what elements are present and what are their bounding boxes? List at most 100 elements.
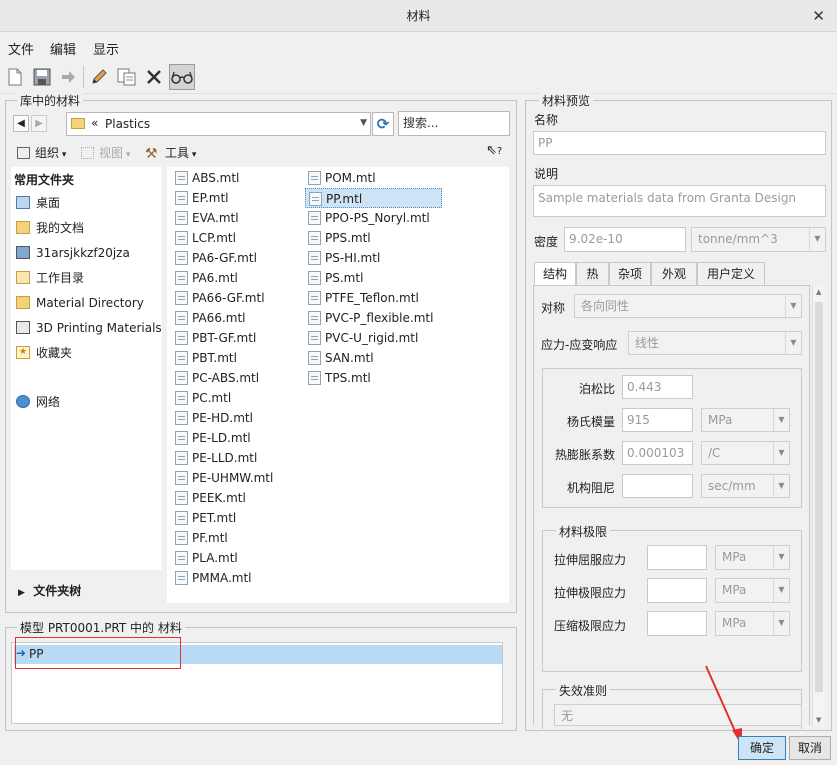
file-item[interactable]: ABS.mtl xyxy=(172,168,239,188)
delete-icon[interactable] xyxy=(141,64,167,90)
chevron-down-icon: ▼ xyxy=(773,475,789,497)
density-field[interactable]: 9.02e-10 xyxy=(564,227,686,252)
path-combobox[interactable]: « Plastics ▼ xyxy=(66,112,371,136)
file-item[interactable]: PA66.mtl xyxy=(172,308,246,328)
damping-field[interactable] xyxy=(622,474,693,498)
new-icon[interactable] xyxy=(2,64,28,90)
file-item[interactable]: PPS.mtl xyxy=(305,228,371,248)
name-field[interactable]: PP xyxy=(533,131,826,155)
file-item[interactable]: EP.mtl xyxy=(172,188,229,208)
file-item[interactable]: PA6-GF.mtl xyxy=(172,248,257,268)
stress-strain-dropdown[interactable]: 线性 ▼ xyxy=(628,331,802,355)
tensile-yield-unit-dropdown[interactable]: MPa ▼ xyxy=(715,545,790,570)
view-button[interactable]: 视图 ▾ xyxy=(81,144,130,162)
refresh-icon[interactable]: ⟳ xyxy=(372,112,394,136)
file-item[interactable]: EVA.mtl xyxy=(172,208,239,228)
failure-criterion-dropdown[interactable]: 无 xyxy=(554,704,802,726)
help-pointer-icon[interactable]: ⇖? xyxy=(486,143,502,158)
poisson-field[interactable]: 0.443 xyxy=(622,375,693,399)
description-field[interactable]: Sample materials data from Granta Design xyxy=(533,185,826,217)
file-item[interactable]: TPS.mtl xyxy=(305,368,371,388)
file-item[interactable]: PET.mtl xyxy=(172,508,236,528)
young-field[interactable]: 915 xyxy=(622,408,693,432)
scroll-thumb[interactable] xyxy=(815,302,823,692)
file-item[interactable]: PPO-PS_Noryl.mtl xyxy=(305,208,430,228)
back-icon[interactable]: ◀ xyxy=(13,115,29,132)
file-item[interactable]: PBT.mtl xyxy=(172,348,237,368)
forward-icon[interactable]: ▶ xyxy=(31,115,47,132)
file-item[interactable]: PLA.mtl xyxy=(172,548,238,568)
edit-pencil-icon[interactable] xyxy=(86,64,112,90)
nav-item-computer[interactable]: 31arsjkkzf20jza xyxy=(14,242,130,264)
chevron-down-icon[interactable]: ▼ xyxy=(360,118,367,128)
file-item[interactable]: PMMA.mtl xyxy=(172,568,251,588)
tools-button[interactable]: ⚒ 工具 ▾ xyxy=(145,144,196,162)
tab-misc[interactable]: 杂项 xyxy=(609,262,651,285)
help-glyph: ? xyxy=(496,146,503,157)
file-item[interactable]: PP.mtl xyxy=(305,188,442,208)
close-icon[interactable]: ✕ xyxy=(812,7,825,25)
menu-display[interactable]: 显示 xyxy=(93,39,119,58)
file-item[interactable]: PA66-GF.mtl xyxy=(172,288,265,308)
nav-item-documents[interactable]: 我的文档 xyxy=(14,217,84,239)
cancel-button[interactable]: 取消 xyxy=(789,736,831,760)
folder-tree-toggle[interactable]: ▶ 文件夹树 xyxy=(18,582,81,599)
menu-file[interactable]: 文件 xyxy=(8,39,34,58)
file-item[interactable]: PS-HI.mtl xyxy=(305,248,380,268)
copy-icon[interactable] xyxy=(114,64,140,90)
scroll-up-icon[interactable]: ▲ xyxy=(816,288,821,296)
file-item[interactable]: PA6.mtl xyxy=(172,268,238,288)
search-input[interactable]: 搜索... xyxy=(398,111,510,136)
compressive-ultimate-field[interactable] xyxy=(647,611,707,636)
file-item[interactable]: PVC-P_flexible.mtl xyxy=(305,308,433,328)
glasses-view-icon[interactable] xyxy=(169,64,195,90)
scroll-down-icon[interactable]: ▼ xyxy=(816,716,821,724)
material-file-icon xyxy=(308,271,321,285)
file-item[interactable]: PF.mtl xyxy=(172,528,228,548)
file-item[interactable]: PE-HD.mtl xyxy=(172,408,253,428)
nav-item-3d-printing[interactable]: 3D Printing Materials xyxy=(14,317,162,339)
working-dir-icon xyxy=(16,271,30,284)
ok-button[interactable]: 确定 xyxy=(738,736,786,760)
tensile-yield-field[interactable] xyxy=(647,545,707,570)
file-name: LCP.mtl xyxy=(192,231,236,245)
file-item[interactable]: PC.mtl xyxy=(172,388,231,408)
nav-item-favorites[interactable]: ★ 收藏夹 xyxy=(14,342,72,364)
file-item[interactable]: PVC-U_rigid.mtl xyxy=(305,328,418,348)
file-item[interactable]: LCP.mtl xyxy=(172,228,236,248)
file-item[interactable]: SAN.mtl xyxy=(305,348,374,368)
young-unit-dropdown[interactable]: MPa ▼ xyxy=(701,408,790,432)
file-item[interactable]: PTFE_Teflon.mtl xyxy=(305,288,419,308)
material-file-icon xyxy=(175,171,188,185)
thermal-expansion-field[interactable]: 0.000103 xyxy=(622,441,693,465)
organize-button[interactable]: 组织 ▾ xyxy=(17,144,66,162)
file-item[interactable]: PE-LLD.mtl xyxy=(172,448,257,468)
menu-edit[interactable]: 编辑 xyxy=(50,39,76,58)
file-item[interactable]: PE-UHMW.mtl xyxy=(172,468,273,488)
scrollbar[interactable]: ▲ ▼ xyxy=(812,286,825,726)
density-unit-dropdown[interactable]: tonne/mm^3 ▼ xyxy=(691,227,826,252)
damping-unit-dropdown[interactable]: sec/mm ▼ xyxy=(701,474,790,498)
thermal-unit-dropdown[interactable]: /C ▼ xyxy=(701,441,790,465)
file-item[interactable]: PC-ABS.mtl xyxy=(172,368,259,388)
save-icon[interactable] xyxy=(29,64,55,90)
tab-appearance[interactable]: 外观 xyxy=(651,262,697,285)
tab-structure[interactable]: 结构 xyxy=(534,262,576,286)
file-name: PEEK.mtl xyxy=(192,491,246,505)
file-item[interactable]: PBT-GF.mtl xyxy=(172,328,256,348)
nav-item-desktop[interactable]: 桌面 xyxy=(14,192,60,214)
nav-item-material-directory[interactable]: Material Directory xyxy=(14,292,144,314)
tab-thermal[interactable]: 热 xyxy=(576,262,609,285)
nav-item-network[interactable]: 网络 xyxy=(14,391,60,413)
nav-item-working-dir[interactable]: 工作目录 xyxy=(14,267,84,289)
file-item[interactable]: PE-LD.mtl xyxy=(172,428,251,448)
tensile-ultimate-field[interactable] xyxy=(647,578,707,603)
arrow-right-icon[interactable] xyxy=(55,64,81,90)
tab-user-defined[interactable]: 用户定义 xyxy=(697,262,765,285)
symmetry-dropdown[interactable]: 各向同性 ▼ xyxy=(574,294,802,318)
tensile-ultimate-unit-dropdown[interactable]: MPa ▼ xyxy=(715,578,790,603)
file-item[interactable]: PEEK.mtl xyxy=(172,488,246,508)
file-item[interactable]: POM.mtl xyxy=(305,168,376,188)
compressive-unit-dropdown[interactable]: MPa ▼ xyxy=(715,611,790,636)
file-item[interactable]: PS.mtl xyxy=(305,268,363,288)
